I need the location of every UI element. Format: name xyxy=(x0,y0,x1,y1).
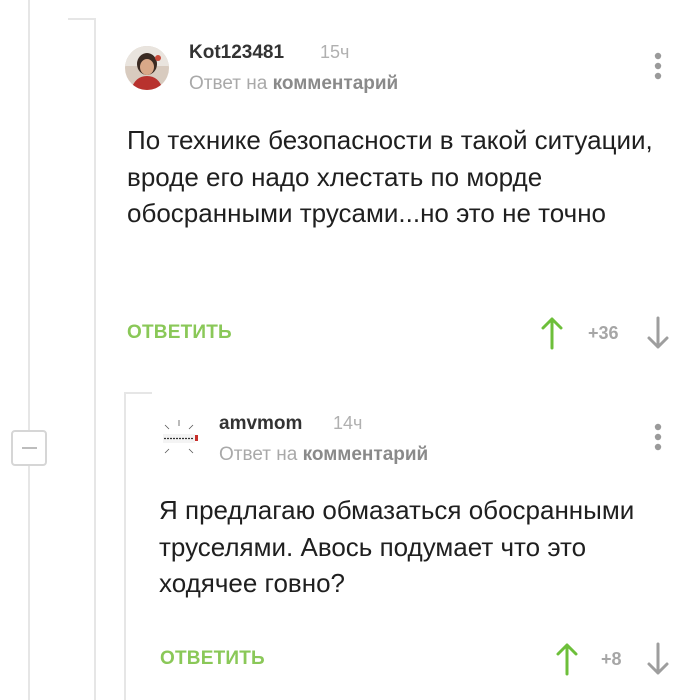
downvote-arrow-icon[interactable] xyxy=(646,316,670,350)
reply-button[interactable]: ОТВЕТИТЬ xyxy=(127,322,232,344)
comment-text: Я предлагаю обмазаться обосранными трусе… xyxy=(159,495,635,598)
more-options-icon[interactable] xyxy=(652,51,664,83)
comment: amvmom 14ч Ответ на комментарий Я предла… xyxy=(0,380,700,700)
upvote-arrow-icon[interactable] xyxy=(555,642,579,676)
avatar[interactable] xyxy=(157,417,201,461)
reply-prefix: Ответ на xyxy=(189,73,268,94)
reply-button[interactable]: ОТВЕТИТЬ xyxy=(160,648,265,670)
reply-target-link[interactable]: комментарий xyxy=(273,73,399,94)
more-options-icon[interactable] xyxy=(652,422,664,454)
reply-prefix: Ответ на xyxy=(219,444,298,465)
reply-target-link[interactable]: комментарий xyxy=(303,444,429,465)
upvote-arrow-icon[interactable] xyxy=(540,316,564,350)
comment: Kot123481 15ч Ответ на комментарий По те… xyxy=(0,0,700,380)
reply-to-line: Ответ на комментарий xyxy=(189,73,398,95)
comment-time: 14ч xyxy=(333,413,363,433)
avatar[interactable] xyxy=(125,46,169,90)
score: +36 xyxy=(588,323,619,343)
author-name[interactable]: Kot123481 xyxy=(189,42,284,64)
score: +8 xyxy=(601,649,622,669)
downvote-arrow-icon[interactable] xyxy=(646,642,670,676)
author-name[interactable]: amvmom xyxy=(219,413,302,435)
comment-text: По технике безопасности в такой ситуации… xyxy=(127,125,653,228)
reply-to-line: Ответ на комментарий xyxy=(219,444,428,466)
comment-time: 15ч xyxy=(320,42,350,62)
